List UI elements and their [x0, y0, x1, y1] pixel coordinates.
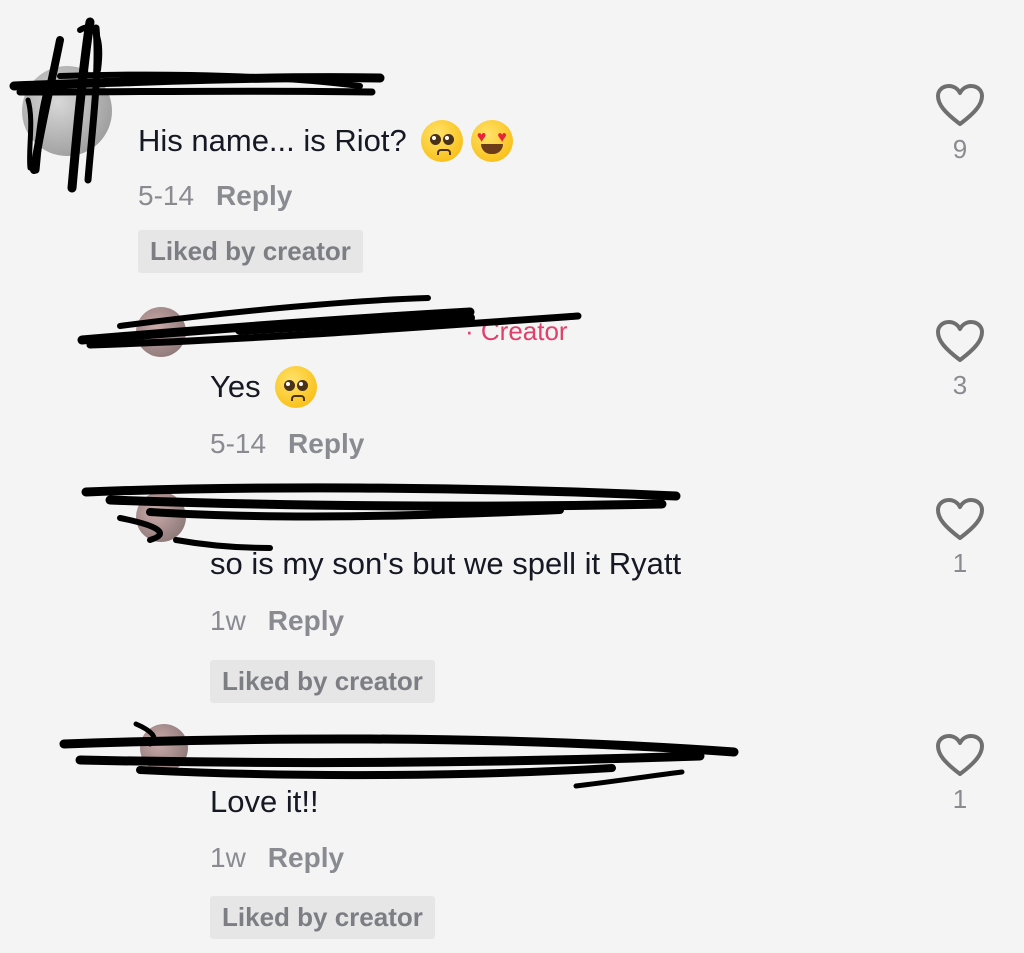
- comment-text: His name... is Riot? ♥ ♥: [138, 120, 513, 162]
- avatar[interactable]: [140, 724, 188, 772]
- reply-button[interactable]: Reply: [288, 428, 364, 459]
- like-count: 9: [952, 134, 968, 164]
- avatar[interactable]: [136, 492, 186, 542]
- comment-text: so is my son's but we spell it Ryatt: [210, 546, 681, 582]
- comment-text: Love it!!: [210, 784, 319, 820]
- pleading-face-emoji: [274, 366, 317, 408]
- comment-meta: 1w Reply: [210, 605, 344, 637]
- heart-outline-icon: [936, 320, 984, 362]
- liked-by-creator-badge: Liked by creator: [210, 660, 435, 703]
- username-row: · Creator: [465, 316, 568, 347]
- comment-meta: 1w Reply: [210, 842, 344, 874]
- reply-button[interactable]: Reply: [216, 180, 292, 211]
- like-count: 3: [952, 370, 968, 400]
- avatar[interactable]: [22, 66, 112, 156]
- heart-outline-icon: [936, 84, 984, 126]
- pleading-face-emoji: [420, 120, 463, 162]
- creator-tag: · Creator: [465, 316, 568, 346]
- heart-eyes-emoji: ♥ ♥: [470, 120, 513, 162]
- like-button[interactable]: 1: [930, 496, 990, 579]
- comment-date: 5-14: [210, 428, 267, 459]
- comment-text-content: so is my son's but we spell it Ryatt: [210, 546, 682, 581]
- comment-text-content: Yes: [210, 369, 261, 404]
- reply-button[interactable]: Reply: [268, 842, 344, 873]
- like-button[interactable]: 1: [930, 732, 990, 815]
- heart-outline-icon: [936, 498, 984, 540]
- like-button[interactable]: 9: [930, 82, 990, 165]
- reply-button[interactable]: Reply: [268, 605, 344, 636]
- heart-outline-icon: [936, 734, 984, 776]
- comment-date: 1w: [210, 842, 246, 873]
- like-count: 1: [952, 784, 968, 814]
- comment-meta: 5-14 Reply: [210, 428, 364, 460]
- avatar[interactable]: [136, 307, 186, 357]
- comment-date: 5-14: [138, 180, 195, 211]
- comment-text: Yes: [210, 366, 317, 408]
- liked-by-creator-badge: Liked by creator: [210, 896, 435, 939]
- comment-meta: 5-14 Reply: [138, 180, 292, 212]
- comment-date: 1w: [210, 605, 246, 636]
- like-button[interactable]: 3: [930, 318, 990, 401]
- like-count: 1: [952, 548, 968, 578]
- comment-text-content: His name... is Riot?: [138, 123, 407, 158]
- liked-by-creator-badge: Liked by creator: [138, 230, 363, 273]
- comment-text-content: Love it!!: [210, 784, 319, 819]
